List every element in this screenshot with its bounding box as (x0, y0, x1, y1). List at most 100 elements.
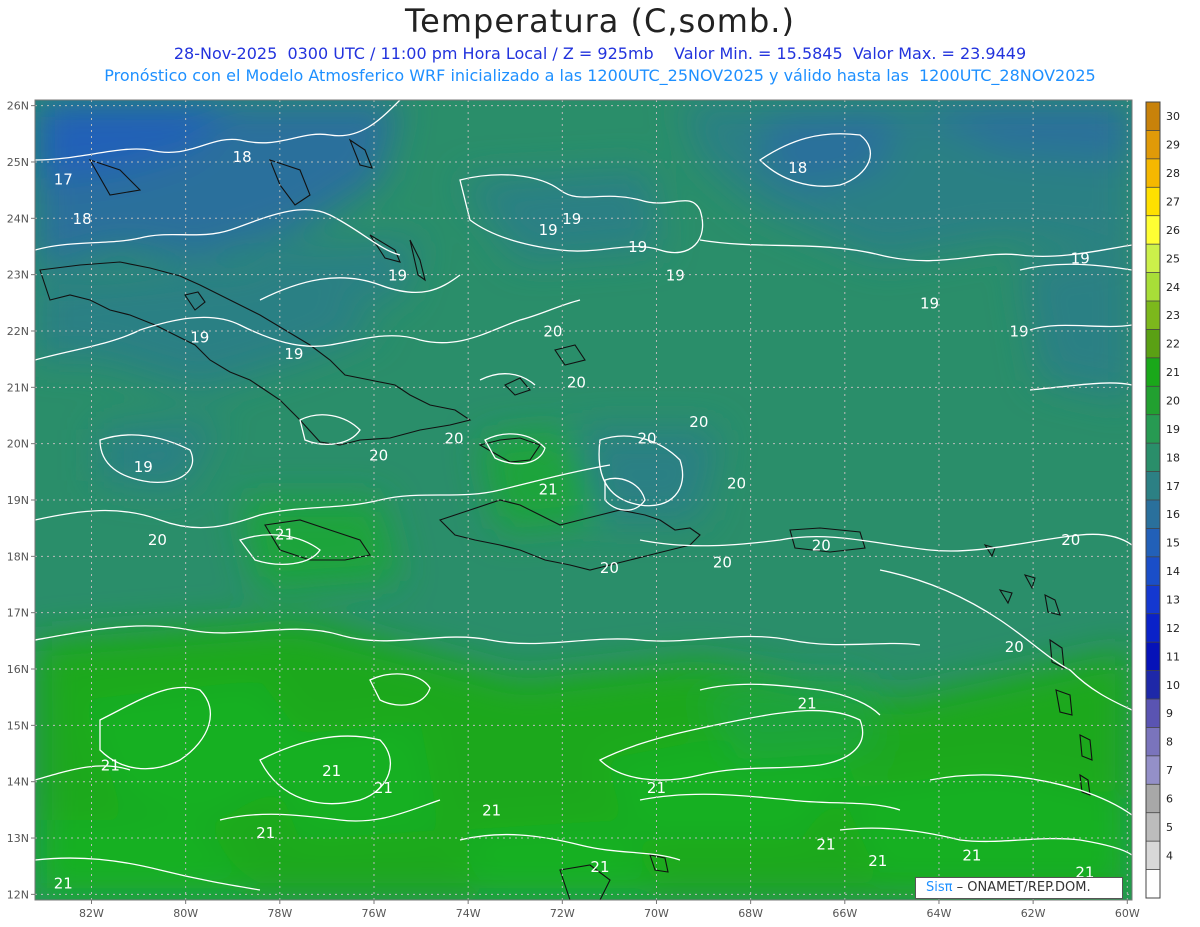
lon-tick-label: 68W (738, 907, 763, 920)
colorbar-label: 12 (1166, 622, 1180, 635)
contour-value-label: 21 (482, 801, 501, 819)
colorbar-segment (1146, 869, 1160, 899)
lat-tick-label: 21N (7, 381, 29, 394)
contour-value-label: 20 (369, 447, 388, 465)
contour-value-label: 20 (567, 373, 586, 391)
lat-tick-label: 17N (7, 607, 29, 620)
contour-value-label: 21 (275, 525, 294, 543)
lat-tick-label: 20N (7, 438, 29, 451)
contour-value-label: 21 (54, 875, 73, 893)
contour-value-label: 20 (812, 537, 831, 555)
colorbar-label: 29 (1166, 139, 1180, 152)
contour-value-label: 20 (600, 559, 619, 577)
colorbar-label: 8 (1166, 736, 1173, 749)
contour-value-label: 21 (868, 852, 887, 870)
lon-tick-label: 70W (644, 907, 669, 920)
lon-tick-label: 60W (1115, 907, 1140, 920)
contour-value-label: 20 (444, 430, 463, 448)
contour-value-label: 19 (539, 221, 558, 239)
contour-value-label: 19 (1071, 249, 1090, 267)
lat-tick-label: 18N (7, 550, 29, 563)
colorbar-label: 25 (1166, 252, 1180, 265)
colorbar-segment (1146, 528, 1160, 558)
colorbar-label: 17 (1166, 480, 1180, 493)
colorbar-segment (1146, 215, 1160, 245)
lon-tick-label: 80W (173, 907, 198, 920)
contour-value-label: 21 (798, 694, 817, 712)
lat-tick-label: 19N (7, 494, 29, 507)
contour-value-label: 21 (647, 779, 666, 797)
colorbar-label: 20 (1166, 395, 1180, 408)
lon-tick-label: 82W (79, 907, 104, 920)
colorbar-segment (1146, 556, 1160, 586)
contour-value-label: 19 (562, 210, 581, 228)
contour-value-label: 19 (666, 266, 685, 284)
lon-tick-label: 62W (1021, 907, 1046, 920)
colorbar-segment (1146, 642, 1160, 672)
credit-box: Sisπ – ONAMET/REP.DOM. (915, 877, 1123, 899)
contour-value-label: 19 (628, 238, 647, 256)
contour-value-label: 21 (816, 835, 835, 853)
colorbar-label: 23 (1166, 309, 1180, 322)
lat-tick-label: 14N (7, 776, 29, 789)
lon-tick-label: 76W (362, 907, 387, 920)
brand-logo-text: Sisπ (926, 880, 953, 895)
colorbar-segment (1146, 784, 1160, 814)
longitude-axis: 82W 80W 78W 76W 74W 72W 70W 68W 66W 64W 62W 60W (79, 900, 1140, 920)
credit-dash: – (952, 880, 964, 895)
colorbar-label: 11 (1166, 650, 1180, 663)
colorbar-segment (1146, 443, 1160, 473)
colorbar-segment (1146, 585, 1160, 615)
colorbar-label: 21 (1166, 366, 1180, 379)
credit-text: ONAMET/REP.DOM. (963, 880, 1091, 895)
lat-tick-label: 26N (7, 100, 29, 113)
contour-value-label: 20 (1005, 638, 1024, 656)
map-field: 1718181819191919191919191919192020202020… (35, 100, 1132, 900)
colorbar-label: 24 (1166, 281, 1180, 294)
contour-value-label: 20 (689, 413, 708, 431)
colorbar-segment (1146, 471, 1160, 501)
contour-value-label: 20 (1061, 531, 1080, 549)
contour-value-label: 20 (638, 430, 657, 448)
contour-value-label: 19 (284, 345, 303, 363)
contour-value-label: 20 (148, 531, 167, 549)
colorbar-segment (1146, 727, 1160, 757)
colorbar-label: 16 (1166, 508, 1180, 521)
colorbar-segment (1146, 102, 1160, 131)
latitude-axis: 26N 25N 24N 23N 22N 21N 20N 19N 18N 17N 16N 15N 14N 1… (7, 100, 35, 901)
contour-value-label: 19 (920, 294, 939, 312)
contour-value-label: 21 (322, 762, 341, 780)
colorbar-segment (1146, 670, 1160, 700)
contour-value-label: 18 (73, 210, 92, 228)
colorbar-label: 22 (1166, 338, 1180, 351)
contour-value-label: 21 (256, 824, 275, 842)
colorbar-segment (1146, 301, 1160, 330)
contour-value-label: 18 (233, 148, 252, 166)
colorbar-label: 30 (1166, 110, 1180, 123)
contour-value-label: 20 (713, 554, 732, 572)
contour-value-label: 20 (543, 323, 562, 341)
contour-value-label: 20 (727, 475, 746, 493)
colorbar-label: 4 (1166, 849, 1173, 862)
colorbar-segment (1146, 755, 1160, 785)
lon-tick-label: 64W (927, 907, 952, 920)
temperature-colorbar: 30 29 28 27 26 25 24 23 22 21 20 19 18 17 16 15 14 13 12 11… (1145, 101, 1180, 899)
colorbar-segment (1146, 158, 1160, 188)
lon-tick-label: 74W (456, 907, 481, 920)
colorbar-segment (1146, 699, 1160, 728)
colorbar-label: 18 (1166, 451, 1180, 464)
lat-tick-label: 22N (7, 325, 29, 338)
lat-tick-label: 25N (7, 156, 29, 169)
lon-tick-label: 72W (550, 907, 575, 920)
colorbar-segment (1146, 187, 1160, 217)
lat-tick-label: 23N (7, 269, 29, 282)
colorbar-segment (1146, 812, 1160, 842)
colorbar-segment (1146, 357, 1160, 387)
lon-tick-label: 66W (832, 907, 857, 920)
lat-tick-label: 12N (7, 888, 29, 901)
contour-value-label: 21 (101, 756, 120, 774)
colorbar-label: 7 (1166, 764, 1173, 777)
lat-tick-label: 16N (7, 663, 29, 676)
contour-value-label: 19 (388, 266, 407, 284)
contour-value-label: 21 (590, 858, 609, 876)
